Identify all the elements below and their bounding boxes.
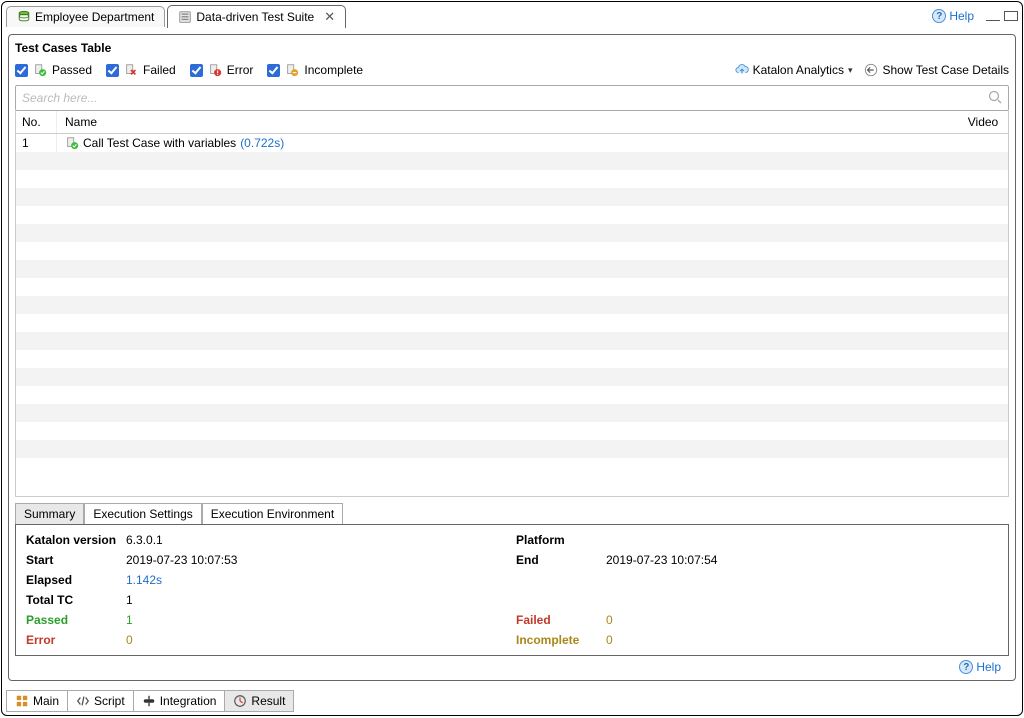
lbl-failed: Failed (516, 613, 606, 627)
checkbox-icon (106, 64, 119, 77)
search-icon[interactable] (987, 89, 1003, 105)
summary-panel: Katalon version 6.3.0.1 Platform Start 2… (15, 525, 1009, 656)
filter-right-actions: Katalon Analytics ▾ Show Test Case Detai… (735, 63, 1009, 77)
help-link-top[interactable]: ? Help (932, 9, 974, 23)
tab-employee-department[interactable]: Employee Department (6, 6, 165, 27)
tab-execution-settings[interactable]: Execution Settings (84, 503, 201, 524)
filter-label: Incomplete (304, 63, 363, 77)
tab-execution-environment[interactable]: Execution Environment (202, 503, 343, 524)
lbl-total-tc: Total TC (26, 593, 126, 607)
katalon-analytics-button[interactable]: Katalon Analytics ▾ (735, 63, 853, 77)
val-end: 2019-07-23 10:07:54 (606, 553, 998, 567)
search-box (15, 85, 1009, 111)
lbl-platform: Platform (516, 533, 606, 547)
header-name[interactable]: Name (56, 111, 958, 133)
table-body: 1 Call Test Case with variables (0.722s) (15, 134, 1009, 497)
help-label: Help (949, 9, 974, 23)
tab-data-driven-suite[interactable]: Data-driven Test Suite ✕ (167, 5, 346, 28)
cell-name: Call Test Case with variables (0.722s) (56, 134, 958, 154)
suite-icon (178, 10, 192, 24)
checkbox-icon (267, 64, 280, 77)
bottom-integration-button[interactable]: Integration (134, 690, 226, 712)
cell-no: 1 (16, 134, 56, 154)
error-icon (208, 63, 222, 77)
content-area: Test Cases Table Passed Failed (2, 28, 1022, 687)
panel-title: Test Cases Table (15, 41, 1009, 55)
filter-label: Passed (52, 63, 92, 77)
bottom-label: Integration (160, 694, 217, 708)
lbl-start: Start (26, 553, 126, 567)
cell-video (958, 139, 1008, 147)
integration-icon (142, 694, 156, 708)
table-header: No. Name Video (15, 111, 1009, 134)
filter-label: Failed (143, 63, 176, 77)
lbl-version: Katalon version (26, 533, 126, 547)
code-icon (76, 694, 90, 708)
header-video[interactable]: Video (958, 111, 1008, 133)
tab-summary[interactable]: Summary (15, 503, 84, 524)
val-failed: 0 (606, 613, 998, 627)
top-tabbar: Employee Department Data-driven Test Sui… (2, 2, 1022, 28)
bottom-bar: Main Script Integration Result (2, 687, 1022, 715)
filter-passed[interactable]: Passed (15, 63, 92, 77)
tab-label: Data-driven Test Suite (196, 10, 314, 24)
filter-error[interactable]: Error (190, 63, 254, 77)
filter-incomplete[interactable]: Incomplete (267, 63, 363, 77)
filter-label: Error (227, 63, 254, 77)
help-icon: ? (932, 9, 946, 23)
show-details-label: Show Test Case Details (882, 63, 1009, 77)
val-passed: 1 (126, 613, 516, 627)
filter-row: Passed Failed Error (15, 61, 1009, 85)
val-start: 2019-07-23 10:07:53 (126, 553, 516, 567)
checkbox-icon (15, 64, 28, 77)
arrow-left-icon (864, 63, 878, 77)
val-error: 0 (126, 633, 516, 647)
database-icon (17, 10, 31, 24)
passed-icon (65, 136, 79, 150)
test-cases-panel: Test Cases Table Passed Failed (8, 34, 1016, 681)
app-window: Employee Department Data-driven Test Sui… (1, 1, 1023, 716)
analytics-label: Katalon Analytics (753, 63, 844, 77)
passed-icon (33, 63, 47, 77)
header-no[interactable]: No. (16, 111, 56, 133)
lbl-end: End (516, 553, 606, 567)
val-total-tc: 1 (126, 593, 516, 607)
close-icon[interactable]: ✕ (324, 9, 335, 25)
val-elapsed: 1.142s (126, 573, 516, 587)
summary-tabs: Summary Execution Settings Execution Env… (15, 503, 1009, 525)
help-label: Help (976, 660, 1001, 674)
filter-failed[interactable]: Failed (106, 63, 176, 77)
search-input[interactable] (15, 85, 1009, 111)
lbl-elapsed: Elapsed (26, 573, 126, 587)
help-link-bottom[interactable]: ? Help (959, 660, 1001, 674)
bottom-label: Result (251, 694, 285, 708)
val-incomplete: 0 (606, 633, 998, 647)
bottom-label: Script (94, 694, 125, 708)
failed-icon (124, 63, 138, 77)
lbl-error: Error (26, 633, 126, 647)
val-version: 6.3.0.1 (126, 533, 516, 547)
bottom-label: Main (33, 694, 59, 708)
result-icon (233, 694, 247, 708)
checkbox-icon (190, 64, 203, 77)
bottom-main-button[interactable]: Main (6, 690, 68, 712)
incomplete-icon (285, 63, 299, 77)
minimize-icon[interactable] (986, 17, 1000, 21)
tab-label: Employee Department (35, 10, 154, 24)
help-link-inline: ? Help (15, 660, 1009, 674)
lbl-incomplete: Incomplete (516, 633, 606, 647)
test-name: Call Test Case with variables (83, 136, 236, 150)
cloud-upload-icon (735, 63, 749, 77)
maximize-icon[interactable] (1004, 11, 1018, 21)
show-test-case-details-button[interactable]: Show Test Case Details (864, 63, 1009, 77)
lbl-passed: Passed (26, 613, 126, 627)
bottom-result-button[interactable]: Result (225, 690, 294, 712)
help-icon: ? (959, 660, 973, 674)
bottom-script-button[interactable]: Script (68, 690, 134, 712)
table-row[interactable]: 1 Call Test Case with variables (0.722s) (16, 134, 1008, 152)
grid-icon (15, 694, 29, 708)
chevron-down-icon: ▾ (848, 65, 853, 76)
test-duration: (0.722s) (240, 136, 284, 150)
